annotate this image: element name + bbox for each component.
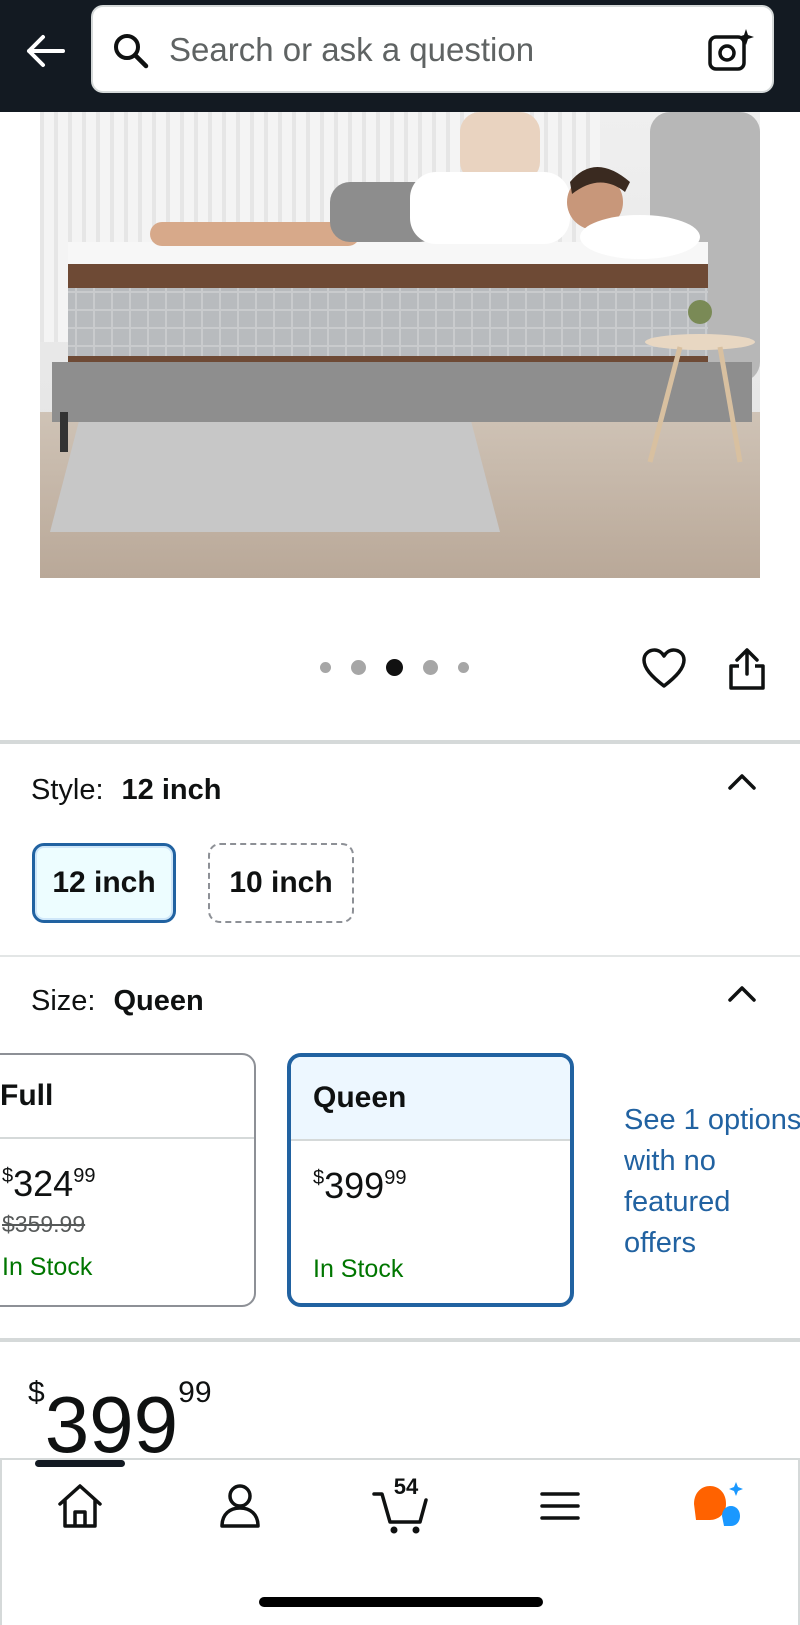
image-carousel-dots[interactable] [320, 655, 469, 679]
size-option-name: Full [0, 1055, 254, 1139]
price-fraction: 99 [178, 1376, 212, 1409]
carousel-dot-active[interactable] [386, 658, 403, 676]
home-indicator-bar [259, 1597, 543, 1607]
camera-sparkle-icon[interactable] [706, 27, 754, 75]
chevron-up-icon[interactable] [724, 764, 760, 800]
size-row-label: Size: Queen [31, 985, 204, 1018]
search-input[interactable] [169, 25, 689, 75]
size-label: Size: [31, 985, 96, 1017]
price-fraction: 99 [73, 1165, 96, 1187]
size-selected-value: Queen [113, 985, 204, 1017]
currency-symbol: $ [313, 1167, 325, 1189]
account-icon[interactable] [210, 1476, 270, 1536]
size-option-availability: In Stock [313, 1255, 404, 1283]
carousel-dot[interactable] [423, 659, 438, 675]
chevron-up-icon[interactable] [724, 976, 760, 1012]
search-bar[interactable] [91, 5, 774, 93]
see-more-options-link[interactable]: See 1 options with no featured offers [624, 1100, 800, 1264]
back-arrow-icon [27, 35, 65, 67]
heart-icon [642, 648, 686, 688]
add-to-list-button[interactable] [641, 646, 687, 692]
size-option-was-price: $359.99 [2, 1211, 86, 1237]
rufus-assistant-icon[interactable] [688, 1476, 748, 1536]
carousel-dot[interactable] [320, 661, 331, 673]
style-row-label: Style: 12 inch [31, 774, 221, 807]
top-header [0, 0, 800, 112]
section-divider [0, 955, 800, 957]
size-option-price: $39999 [313, 1165, 406, 1207]
size-option-full[interactable]: Full $32499 $359.99 In Stock [0, 1053, 256, 1307]
size-option-price: $32499 [2, 1163, 95, 1205]
section-divider [0, 1338, 800, 1342]
mattress-product-photo [40, 112, 760, 578]
cart-count-badge: 54 [393, 1474, 419, 1499]
menu-icon[interactable] [530, 1476, 590, 1536]
price-whole: 399 [324, 1165, 385, 1206]
style-option-10-inch[interactable]: 10 inch [208, 843, 354, 923]
section-divider [0, 740, 800, 744]
carousel-dot[interactable] [351, 659, 366, 675]
style-option-12-inch[interactable]: 12 inch [32, 843, 176, 923]
price-currency: $ [28, 1376, 45, 1409]
product-image[interactable] [40, 112, 760, 578]
size-option-queen[interactable]: Queen $39999 In Stock [287, 1053, 574, 1307]
style-selected-value: 12 inch [121, 774, 222, 806]
currency-symbol: $ [2, 1165, 14, 1187]
back-button[interactable] [22, 28, 68, 74]
size-option-name: Queen [291, 1057, 570, 1141]
size-option-availability: In Stock [2, 1253, 93, 1281]
price-whole: 324 [13, 1163, 74, 1204]
share-button[interactable] [724, 646, 770, 692]
carousel-dot[interactable] [458, 661, 469, 673]
share-icon [729, 648, 765, 690]
search-icon[interactable] [111, 31, 151, 71]
active-tab-indicator [35, 1460, 125, 1467]
style-label: Style: [31, 774, 104, 806]
product-price: $39999 [28, 1376, 212, 1465]
home-icon[interactable] [50, 1476, 110, 1536]
price-fraction: 99 [384, 1167, 407, 1189]
price-whole: 399 [44, 1380, 179, 1469]
